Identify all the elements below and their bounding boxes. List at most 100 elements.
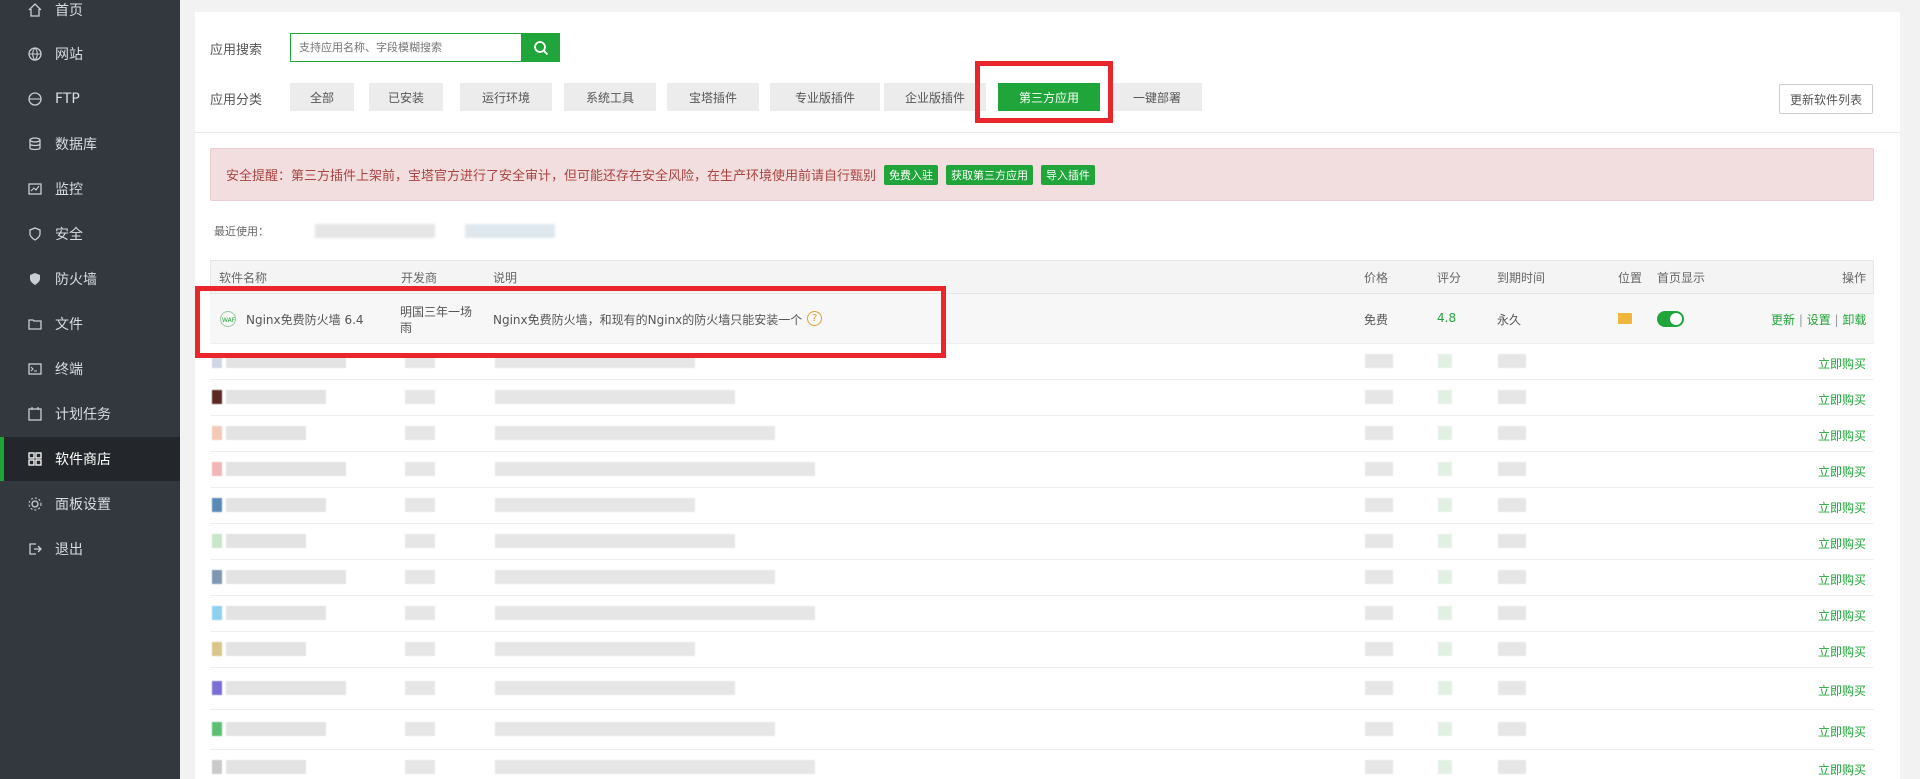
blurred-cell [405,681,435,695]
buy-now-link[interactable]: 立即购买 [1818,427,1866,444]
blurred-cell [226,462,346,476]
buy-now-link[interactable]: 立即购买 [1818,643,1866,660]
buy-now-link[interactable]: 立即购买 [1818,682,1866,699]
divider [195,132,1900,133]
blurred-cell [495,390,735,404]
plugin-price: 免费 [1364,313,1389,327]
blurred-cell [1438,606,1452,620]
sidebar-item[interactable]: 文件 [0,302,180,346]
clock-icon [27,406,43,422]
blurred-cell [1438,426,1452,440]
category-tab[interactable]: 系统工具 [564,83,656,111]
blurred-cell [1438,681,1452,695]
category-tab[interactable]: 一键部署 [1112,83,1202,111]
blurred-cell [405,606,435,620]
free-join-button[interactable]: 免费入驻 [884,164,939,185]
sidebar-item[interactable]: 计划任务 [0,392,180,436]
blurred-cell [212,722,222,736]
category-tab[interactable]: 专业版插件 [770,83,880,111]
blurred-cell [226,390,326,404]
sidebar-item-label: 文件 [55,317,83,333]
blurred-cell [405,760,435,774]
blurred-cell [405,462,435,476]
blurred-cell [1365,760,1393,774]
blurred-cell [1365,642,1393,656]
refresh-list-button[interactable]: 更新软件列表 [1779,84,1873,114]
table-row: 立即购买 [210,452,1874,488]
buy-now-link[interactable]: 立即购买 [1818,391,1866,408]
category-tab[interactable]: 运行环境 [460,83,552,111]
col-location: 位置 [1618,271,1643,285]
import-plugin-button[interactable]: 导入插件 [1041,164,1096,185]
search-button[interactable] [522,33,560,62]
sidebar-item[interactable]: 网站 [0,32,180,76]
blurred-cell [1498,498,1526,512]
col-ops: 操作 [1842,271,1867,285]
sidebar-item[interactable]: 防火墙 [0,257,180,301]
blurred-cell [1498,354,1526,368]
table-row: 立即购买 [210,750,1874,779]
sidebar-item[interactable]: FTP [0,77,180,121]
blurred-cell [1365,570,1393,584]
search-field[interactable] [290,33,522,62]
blurred-cell [212,390,222,404]
blurred-cell [226,570,346,584]
shield-icon [27,226,43,242]
blurred-cell [1365,426,1393,440]
buy-now-link[interactable]: 立即购买 [1818,761,1866,778]
blurred-cell [405,498,435,512]
category-tab[interactable]: 全部 [290,83,354,111]
table-row: 立即购买 [210,416,1874,452]
table-row: 立即购买 [210,632,1874,668]
category-tab[interactable]: 企业版插件 [884,83,986,111]
blurred-cell [495,681,735,695]
get-third-party-button[interactable]: 获取第三方应用 [946,164,1034,185]
settings-link[interactable]: 设置 [1807,313,1831,327]
homepage-toggle[interactable] [1657,311,1684,327]
sidebar-item-label: 网站 [55,47,83,63]
home-icon [27,2,43,18]
table-row: 立即购买 [210,560,1874,596]
sidebar-item[interactable]: 终端 [0,347,180,391]
highlight-box [195,286,946,358]
blurred-cell [226,498,326,512]
buy-now-link[interactable]: 立即购买 [1818,535,1866,552]
buy-now-link[interactable]: 立即购买 [1818,463,1866,480]
update-link[interactable]: 更新 [1771,313,1795,327]
apps-icon [27,451,43,467]
blurred-cell [1438,570,1452,584]
buy-now-link[interactable]: 立即购买 [1818,355,1866,372]
highlight-box [975,61,1113,123]
sidebar-item[interactable]: 数据库 [0,122,180,166]
buy-now-link[interactable]: 立即购买 [1818,499,1866,516]
buy-now-link[interactable]: 立即购买 [1818,571,1866,588]
blurred-cell [405,426,435,440]
blurred-cell [495,606,815,620]
category-tab[interactable]: 宝塔插件 [667,83,759,111]
sidebar-item[interactable]: 面板设置 [0,482,180,526]
recent-item-blurred[interactable] [315,224,435,238]
sidebar-item[interactable]: 软件商店 [0,437,180,481]
sidebar-item[interactable]: 首页 [0,0,180,32]
uninstall-link[interactable]: 卸载 [1842,313,1866,327]
category-tab[interactable]: 已安装 [369,83,443,111]
terminal-icon [27,361,43,377]
sidebar-item-label: 首页 [55,3,83,19]
blurred-cell [1438,390,1452,404]
table-row: 立即购买 [210,668,1874,710]
recent-label: 最近使用： [214,225,269,238]
blurred-cell [226,681,346,695]
sidebar-item[interactable]: 退出 [0,527,180,571]
sidebar-item[interactable]: 安全 [0,212,180,256]
buy-now-link[interactable]: 立即购买 [1818,607,1866,624]
blurred-cell [1438,722,1452,736]
folder-icon[interactable] [1618,313,1632,324]
search-input[interactable] [291,34,521,61]
buy-now-link[interactable]: 立即购买 [1818,723,1866,740]
blurred-cell [405,570,435,584]
sidebar-item[interactable]: 监控 [0,167,180,211]
blurred-cell [1498,426,1526,440]
blurred-cell [1438,462,1452,476]
recent-item-blurred[interactable] [465,224,555,238]
blurred-cell [1498,462,1526,476]
